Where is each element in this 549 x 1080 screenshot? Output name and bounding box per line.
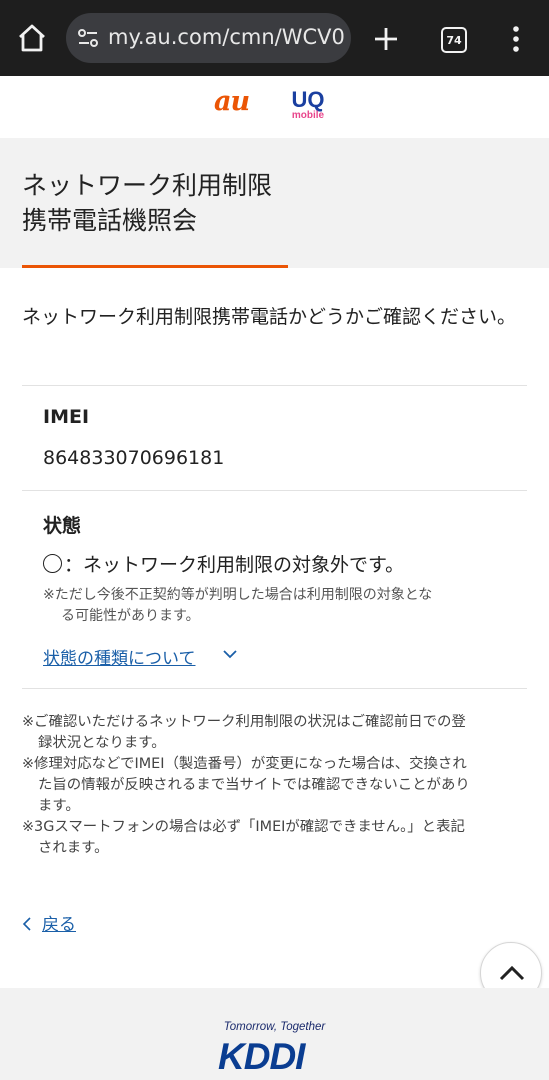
chevron-down-icon[interactable] [222, 648, 238, 660]
note-text: ※ご確認いただけるネットワーク利用制限の状況はご確認前日での登 [22, 714, 466, 730]
note-text: 録状況となります。 [38, 735, 166, 751]
status-note-line1: ※ただし今後不正契約等が判明した場合は利用制限の対象とな [43, 587, 433, 603]
imei-value: 864833070696181 [43, 447, 225, 469]
status-types-link[interactable]: 状態の種類について [43, 644, 196, 669]
note-item: ※3Gスマートフォンの場合は必ず「IMEIが確認できません。」と表記 されます。 [22, 817, 527, 859]
note-item: ※修理対応などでIMEI（製造番号）が変更になった場合は、交換され た旨の情報が… [22, 754, 527, 817]
status-note: ※ただし今後不正契約等が判明した場合は利用制限の対象とな る可能性があります。 [43, 585, 513, 627]
tab-switcher-button[interactable]: 74 [441, 27, 467, 53]
divider [22, 688, 527, 689]
note-text: た旨の情報が反映されるまで当サイトでは確認できないことがあり [38, 777, 470, 793]
page-title-line2: 携帯電話機照会 [22, 206, 198, 235]
status-result: ：ネットワーク利用制限の対象外です。 [43, 550, 404, 577]
new-tab-icon[interactable] [369, 22, 403, 56]
page-title-line1: ネットワーク利用制限 [22, 171, 273, 200]
more-menu-icon[interactable] [505, 24, 527, 54]
lead-text: ネットワーク利用制限携帯電話かどうかご確認ください。 [22, 306, 517, 328]
au-logo[interactable]: au [214, 86, 250, 117]
uq-mobile-logo[interactable]: UQ mobile [288, 87, 328, 122]
note-text: ※3Gスマートフォンの場合は必ず「IMEIが確認できません。」と表記 [22, 819, 465, 835]
imei-label: IMEI [43, 406, 90, 428]
divider [22, 490, 527, 491]
note-item: ※ご確認いただけるネットワーク利用制限の状況はご確認前日での登 録状況となります… [22, 712, 527, 754]
notes-list: ※ご確認いただけるネットワーク利用制限の状況はご確認前日での登 録状況となります… [22, 712, 527, 859]
note-text: されます。 [38, 840, 109, 856]
note-text: ます。 [38, 798, 80, 814]
note-text: ※修理対応などでIMEI（製造番号）が変更になった場合は、交換され [22, 756, 467, 772]
url-text[interactable]: my.au.com/cmn/WCV00 [108, 25, 346, 49]
site-header [0, 76, 549, 138]
chevron-up-icon [499, 965, 525, 981]
status-result-text: ：ネットワーク利用制限の対象外です。 [64, 554, 405, 576]
uq-logo-text: UQ [291, 87, 325, 112]
circle-mark-icon [43, 554, 62, 573]
status-note-line2: る可能性があります。 [61, 608, 200, 624]
status-label: 状態 [43, 515, 82, 537]
kddi-logo[interactable]: KDDI [218, 1036, 305, 1078]
site-settings-icon[interactable] [76, 26, 100, 50]
back-link-label[interactable]: 戻る [42, 915, 76, 935]
divider [22, 385, 527, 386]
home-icon[interactable] [14, 20, 50, 56]
browser-toolbar: my.au.com/cmn/WCV00 74 [0, 0, 549, 76]
footer-tagline: Tomorrow, Together [223, 1021, 326, 1033]
address-bar[interactable]: my.au.com/cmn/WCV00 [66, 13, 351, 63]
title-underline [22, 265, 288, 268]
page-title: ネットワーク利用制限 携帯電話機照会 [22, 168, 522, 238]
back-link[interactable]: 戻る [22, 910, 76, 935]
uq-logo-sub: mobile [291, 110, 325, 121]
chevron-left-icon [22, 917, 31, 931]
